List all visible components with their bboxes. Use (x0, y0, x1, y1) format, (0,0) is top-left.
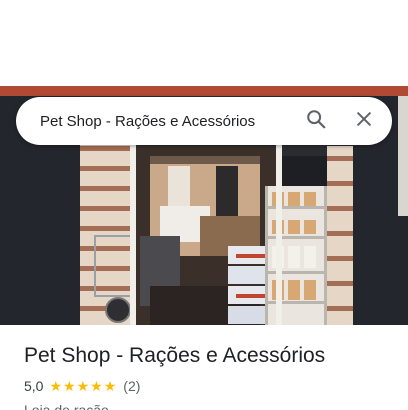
star-icon: ★ (63, 378, 76, 394)
rating-row[interactable]: 5,0 ★ ★ ★ ★ ★ (2) (24, 376, 394, 396)
map-area[interactable] (0, 0, 408, 86)
rating-stars: ★ ★ ★ ★ ★ (49, 379, 117, 393)
star-icon: ★ (103, 378, 117, 394)
search-icon (305, 108, 327, 135)
place-info: Pet Shop - Rações e Acessórios 5,0 ★ ★ ★… (24, 340, 394, 410)
rating-value: 5,0 (24, 378, 44, 394)
place-title: Pet Shop - Rações e Acessórios (24, 344, 326, 367)
place-page: Pet Shop - Rações e Acessórios Pet Shop … (0, 0, 408, 410)
search-button[interactable] (302, 107, 330, 135)
star-icon: ★ (90, 378, 103, 394)
close-icon (354, 109, 374, 134)
review-count[interactable]: (2) (123, 378, 140, 394)
search-input[interactable]: Pet Shop - Rações e Acessórios (40, 113, 302, 130)
close-button[interactable] (350, 107, 378, 135)
place-category[interactable]: Loja de ração (24, 400, 394, 410)
search-bar[interactable]: Pet Shop - Rações e Acessórios (16, 97, 392, 145)
star-icon: ★ (49, 378, 63, 394)
star-icon: ★ (76, 378, 90, 394)
